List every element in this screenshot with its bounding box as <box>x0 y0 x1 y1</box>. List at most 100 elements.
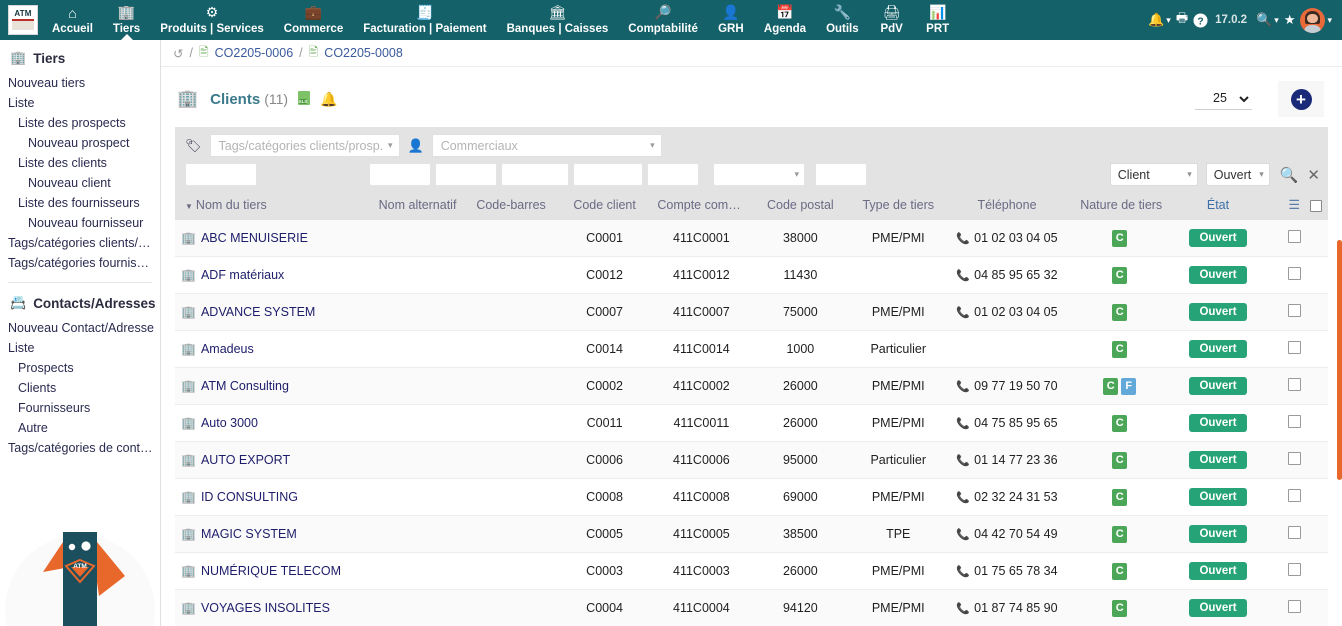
app-logo[interactable]: ATM <box>0 0 42 40</box>
table-row[interactable]: 🏢 NUMÉRIQUE TELECOM C0003 411C0003 26000 PME/… <box>175 552 1328 590</box>
filter-input-code-postal[interactable] <box>647 163 699 186</box>
sidebar-item-autre[interactable]: Autre <box>0 418 160 438</box>
user-menu[interactable]: ▾ <box>1300 7 1332 33</box>
nav-item-agenda[interactable]: 📅 Agenda <box>754 0 816 40</box>
column-header-nature[interactable]: Nature de tiers <box>1066 192 1176 220</box>
sidebar-item-nouveau-fournisseur[interactable]: Nouveau fournisseur <box>0 213 160 233</box>
client-link[interactable]: ADF matériaux <box>201 268 284 282</box>
filter-select-type-tiers[interactable]: ▾ <box>713 163 805 186</box>
row-checkbox[interactable] <box>1287 489 1301 502</box>
sidebar-item-liste-des-clients[interactable]: Liste des clients <box>0 153 160 173</box>
row-checkbox[interactable] <box>1287 341 1301 354</box>
filter-select-etat[interactable]: Ouvert ▾ <box>1205 163 1270 186</box>
filter-input-nom-alt[interactable] <box>369 163 431 186</box>
sidebar-item-nouveau-prospect[interactable]: Nouveau prospect <box>0 133 160 153</box>
select-all-checkbox[interactable] <box>1310 199 1322 212</box>
commerciaux-filter-select[interactable]: Commerciaux ▾ <box>431 134 662 157</box>
sidebar-item-liste-des-prospects[interactable]: Liste des prospects <box>0 113 160 133</box>
nav-item-tiers[interactable]: 🏢 Tiers <box>103 0 150 40</box>
nav-item-prt[interactable]: 📊 PRT <box>915 0 961 40</box>
sidebar-item-fournisseurs[interactable]: Fournisseurs <box>0 398 160 418</box>
table-row[interactable]: 🏢 AUTO EXPORT C0006 411C0006 95000 Particulie… <box>175 441 1328 479</box>
help-button[interactable]: ? <box>1193 12 1208 28</box>
client-link[interactable]: ID CONSULTING <box>201 490 298 504</box>
client-link[interactable]: ADVANCE SYSTEM <box>201 305 315 319</box>
column-header-telephone[interactable]: Téléphone <box>947 192 1067 220</box>
row-checkbox[interactable] <box>1287 378 1301 391</box>
bookmarks-button[interactable]: ★ <box>1284 12 1296 28</box>
table-row[interactable]: 🏢 ADF matériaux C0012 411C0012 11430 📞 04 85 9… <box>175 256 1328 294</box>
nav-item-banques-caisses[interactable]: 🏛 Banques | Caisses <box>497 0 619 40</box>
filter-input-nom[interactable] <box>185 163 257 186</box>
sidebar-item-clients[interactable]: Clients <box>0 378 160 398</box>
table-row[interactable]: 🏢 ADVANCE SYSTEM C0007 411C0007 75000 PME/PMI… <box>175 293 1328 331</box>
filter-input-compte-compt[interactable] <box>573 163 643 186</box>
vertical-scrollbar[interactable] <box>1337 240 1342 480</box>
history-icon[interactable]: ↺ <box>173 46 183 61</box>
phone-number[interactable]: 04 42 70 54 49 <box>974 527 1057 541</box>
filter-input-code-barres[interactable] <box>435 163 497 186</box>
nav-item-commerce[interactable]: 💼 Commerce <box>274 0 353 40</box>
bell-icon[interactable]: 🔔 <box>320 91 337 108</box>
row-checkbox[interactable] <box>1287 304 1301 317</box>
nav-item-accueil[interactable]: ⌂ Accueil <box>42 0 103 40</box>
nav-item-grh[interactable]: 👤 GRH <box>708 0 754 40</box>
print-button[interactable]: 🖶 <box>1176 9 1188 31</box>
client-link[interactable]: ABC MENUISERIE <box>201 231 308 245</box>
table-row[interactable]: 🏢 VOYAGES INSOLITES C0004 411C0004 94120 PME/… <box>175 589 1328 626</box>
list-view-icon[interactable]: ☰ <box>1288 197 1300 212</box>
tags-filter-select[interactable]: Tags/catégories clients/prosp. ▾ <box>209 134 400 157</box>
row-checkbox[interactable] <box>1287 563 1301 576</box>
column-header-type_tiers[interactable]: Type de tiers <box>849 192 948 220</box>
phone-number[interactable]: 01 75 65 78 34 <box>974 564 1057 578</box>
breadcrumb-link-0[interactable]: CO2205-0006 <box>215 46 294 60</box>
row-checkbox[interactable] <box>1287 267 1301 280</box>
table-row[interactable]: 🏢 Amadeus C0014 411C0014 1000 Particulier C Ouv… <box>175 330 1328 368</box>
column-header-nom_alt[interactable]: Nom alternatif <box>370 192 465 220</box>
table-row[interactable]: 🏢 MAGIC SYSTEM C0005 411C0005 38500 TPE 📞 04 42… <box>175 515 1328 553</box>
column-header-etat[interactable]: État <box>1175 192 1261 220</box>
sidebar-item-liste[interactable]: Liste <box>0 338 160 358</box>
column-header-code_postal[interactable]: Code postal <box>751 192 850 220</box>
column-header-actions[interactable]: ☰ <box>1260 192 1328 220</box>
chevron-down-icon[interactable]: ▾ <box>1166 15 1171 26</box>
chevron-down-icon[interactable]: ▾ <box>1327 15 1332 26</box>
row-checkbox[interactable] <box>1287 600 1301 613</box>
column-header-compte_compt[interactable]: Compte compt… <box>651 192 752 220</box>
phone-number[interactable]: 02 32 24 31 53 <box>974 490 1057 504</box>
client-link[interactable]: NUMÉRIQUE TELECOM <box>201 564 341 578</box>
column-header-code_client[interactable]: Code client <box>557 192 652 220</box>
table-row[interactable]: 🏢 ABC MENUISERIE C0001 411C0001 38000 PME/PMI… <box>175 220 1328 257</box>
phone-number[interactable]: 01 02 03 04 05 <box>974 231 1057 245</box>
sidebar-item-liste[interactable]: Liste <box>0 93 160 113</box>
sidebar-item-tags-cat-gories-de-conta[interactable]: Tags/catégories de conta… <box>0 438 160 458</box>
column-header-nom[interactable]: ▼ Nom du tiers <box>175 192 371 220</box>
phone-number[interactable]: 01 02 03 04 05 <box>974 305 1057 319</box>
breadcrumb-link-1[interactable]: CO2205-0008 <box>324 46 403 60</box>
client-link[interactable]: ATM Consulting <box>201 379 289 393</box>
row-checkbox[interactable] <box>1287 230 1301 243</box>
xls-export-icon[interactable]: XLS <box>296 90 312 109</box>
filter-input-code-client[interactable] <box>501 163 569 186</box>
sidebar-item-liste-des-fournisseurs[interactable]: Liste des fournisseurs <box>0 193 160 213</box>
filter-input-telephone[interactable] <box>815 163 867 186</box>
nav-item-produits-services[interactable]: ⚙ Produits | Services <box>150 0 274 40</box>
filter-select-nature[interactable]: Client ▾ <box>1109 163 1198 186</box>
chevron-down-icon[interactable]: ▾ <box>1274 15 1279 26</box>
phone-number[interactable]: 01 14 77 23 36 <box>974 453 1057 467</box>
phone-number[interactable]: 09 77 19 50 70 <box>974 379 1057 393</box>
notifications-button[interactable]: 🔔 ▾ <box>1148 12 1171 28</box>
client-link[interactable]: Amadeus <box>201 342 254 356</box>
sidebar-item-tags-cat-gories-fournisse[interactable]: Tags/catégories fournisse… <box>0 253 160 273</box>
phone-number[interactable]: 01 87 74 85 90 <box>974 601 1057 615</box>
search-button[interactable]: 🔍 ▾ <box>1256 12 1279 28</box>
nav-item-facturation-paiement[interactable]: 🧾 Facturation | Paiement <box>353 0 496 40</box>
nav-item-comptabilit[interactable]: 🔎 Comptabilité <box>618 0 708 40</box>
sidebar-item-nouveau-client[interactable]: Nouveau client <box>0 173 160 193</box>
phone-number[interactable]: 04 75 85 95 65 <box>974 416 1057 430</box>
page-size-select[interactable]: 102550100 <box>1195 88 1252 110</box>
phone-number[interactable]: 04 85 95 65 32 <box>974 268 1057 282</box>
client-link[interactable]: AUTO EXPORT <box>201 453 290 467</box>
clear-filters-icon[interactable]: ✕ <box>1307 166 1320 184</box>
sidebar-item-nouveau-contact-adresse[interactable]: Nouveau Contact/Adresse <box>0 318 160 338</box>
